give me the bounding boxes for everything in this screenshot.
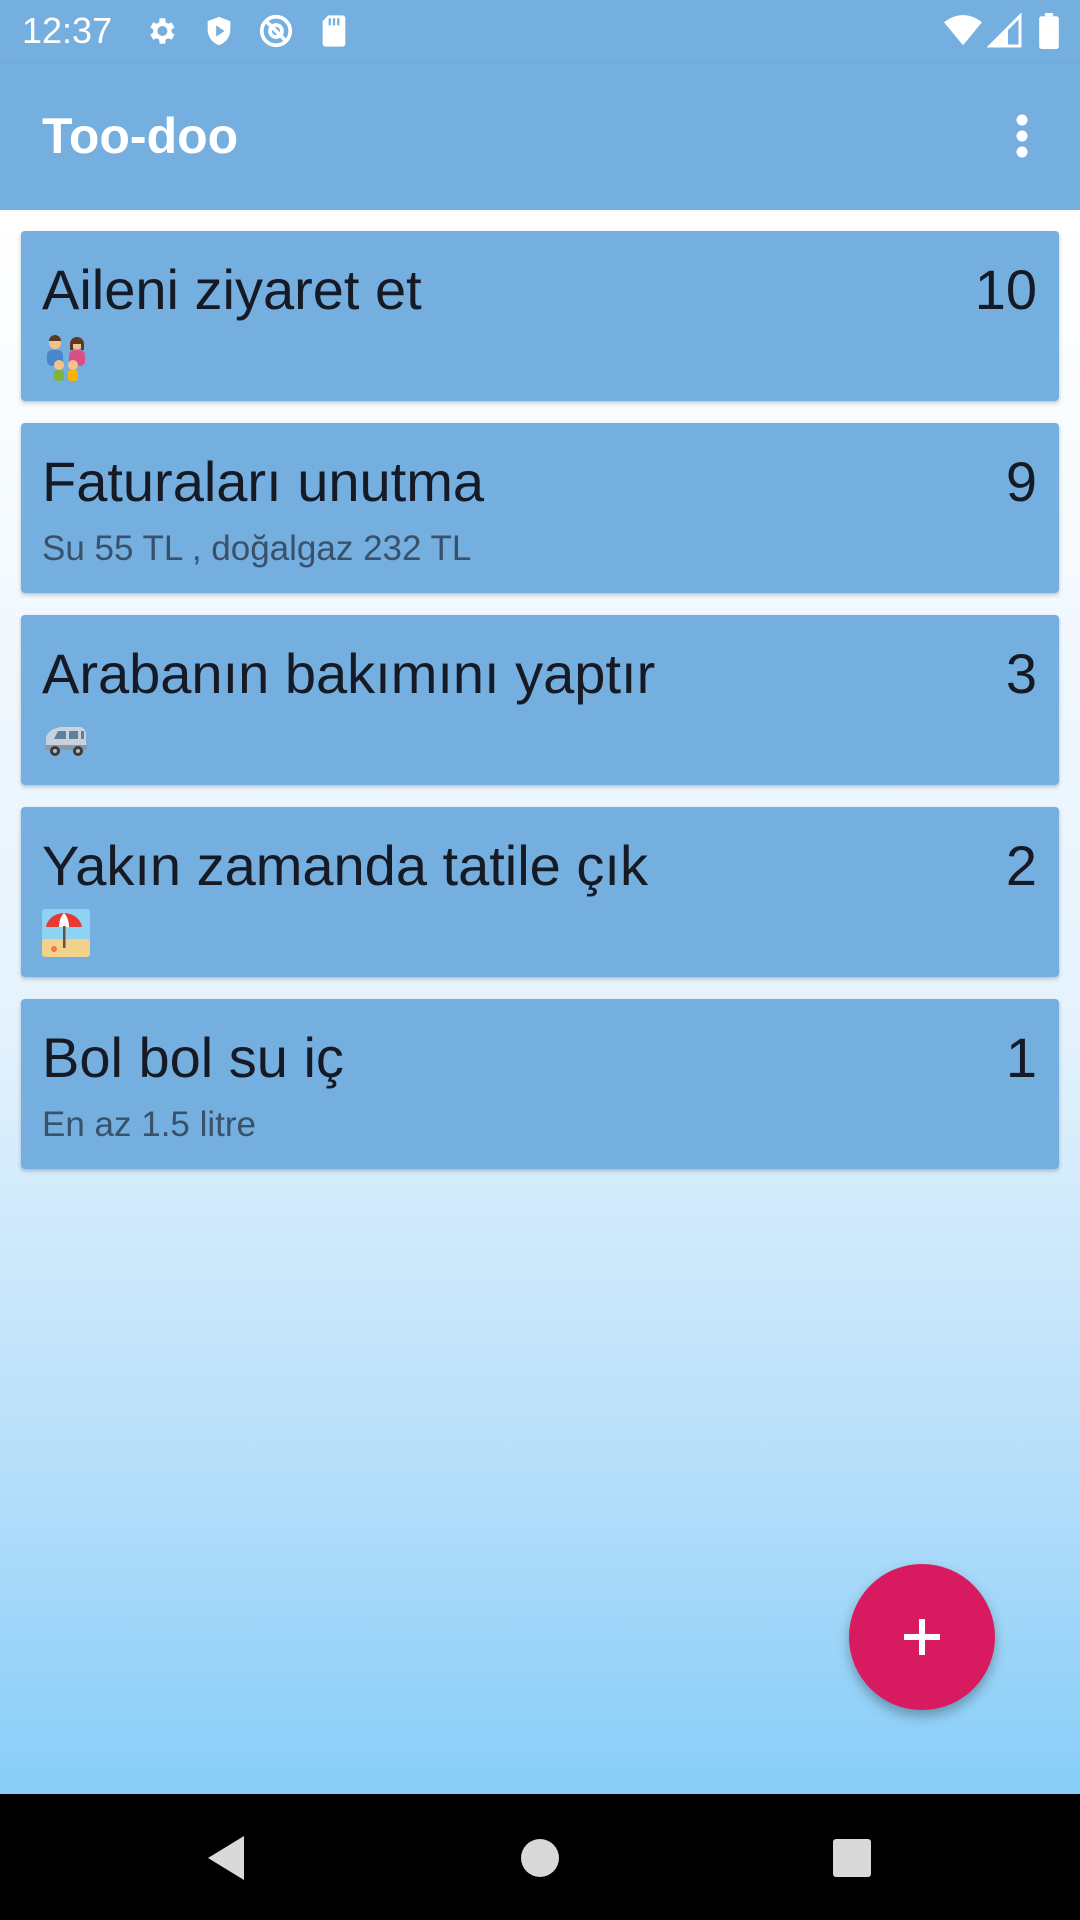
- more-vert-icon: [1016, 114, 1028, 158]
- plus-icon: [904, 1619, 940, 1655]
- todo-card[interactable]: Arabanın bakımını yaptır 3: [21, 615, 1059, 785]
- todo-card[interactable]: Yakın zamanda tatile çık 2: [21, 807, 1059, 977]
- todo-priority: 2: [1005, 834, 1037, 897]
- recents-icon[interactable]: [832, 1838, 872, 1878]
- todo-priority: 3: [1005, 642, 1037, 705]
- system-navigation-bar: [0, 1794, 1080, 1920]
- todo-title: Yakın zamanda tatile çık: [42, 834, 648, 897]
- app-bar: Too-doo: [0, 63, 1080, 210]
- beach-umbrella-emoji-icon: [42, 909, 90, 957]
- todo-note: En az 1.5 litre: [42, 1105, 256, 1144]
- todo-title: Arabanın bakımını yaptır: [42, 642, 656, 705]
- todo-title: Faturaları unutma: [42, 450, 484, 513]
- todo-title: Bol bol su iç: [42, 1026, 344, 1089]
- back-icon[interactable]: [204, 1834, 248, 1882]
- todo-priority: 10: [974, 258, 1037, 321]
- todo-title: Aileni ziyaret et: [42, 258, 422, 321]
- todo-priority: 9: [1005, 450, 1037, 513]
- car-emoji-icon: [45, 727, 87, 756]
- at-sign-icon: [257, 12, 295, 50]
- todo-list: Aileni ziyaret et 10 Faturaları unutma 9…: [0, 210, 1080, 1794]
- todo-card[interactable]: Aileni ziyaret et 10: [21, 231, 1059, 401]
- overflow-menu-button[interactable]: [992, 103, 1052, 169]
- home-icon[interactable]: [520, 1838, 560, 1878]
- cell-signal-icon: [986, 12, 1024, 50]
- todo-card[interactable]: Bol bol su iç 1 En az 1.5 litre: [21, 999, 1059, 1169]
- status-bar: 12:37: [0, 0, 1080, 63]
- shield-play-icon: [200, 12, 238, 50]
- add-todo-button[interactable]: [849, 1564, 995, 1710]
- battery-icon: [1030, 12, 1068, 50]
- family-emoji-icon: [47, 335, 85, 381]
- app-title: Too-doo: [42, 108, 239, 164]
- todo-note: Su 55 TL , doğalgaz 232 TL: [42, 529, 472, 568]
- settings-gear-icon: [142, 12, 180, 50]
- todo-priority: 1: [1005, 1026, 1037, 1089]
- wifi-icon: [944, 12, 982, 50]
- status-time: 12:37: [22, 10, 113, 51]
- todo-card[interactable]: Faturaları unutma 9 Su 55 TL , doğalgaz …: [21, 423, 1059, 593]
- sd-card-icon: [315, 12, 353, 50]
